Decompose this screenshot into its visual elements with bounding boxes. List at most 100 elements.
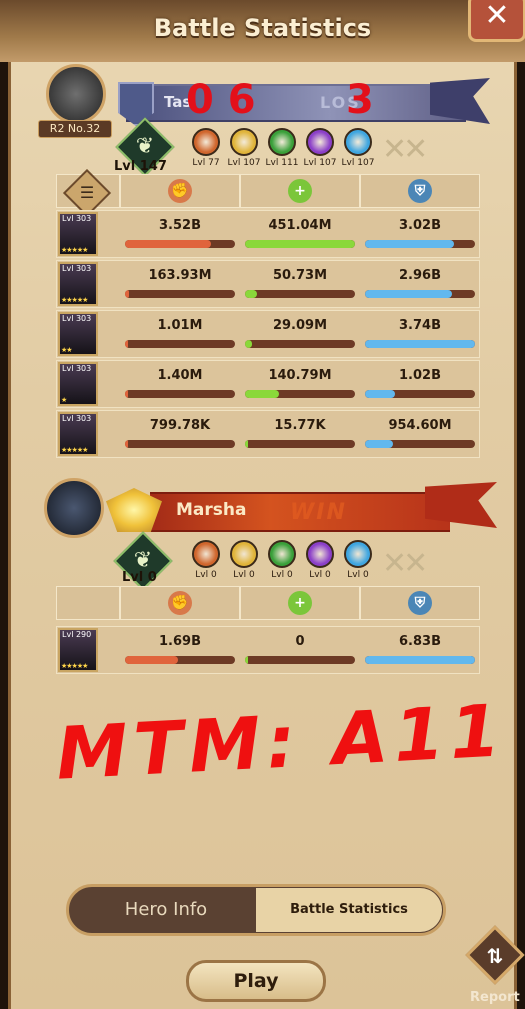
wilder-faction-icon [268, 540, 296, 568]
wilder-faction-level: Lvl 0 [271, 570, 293, 580]
heal-icon: + [288, 179, 312, 203]
hero-stars: ★★★★★ [61, 296, 88, 304]
shield-bar-fill [365, 440, 393, 448]
decor-xx: ✕✕ [382, 132, 428, 167]
heal-bar [245, 390, 355, 398]
damage-value: 163.93M [148, 268, 212, 283]
heal-bar-fill [245, 340, 252, 348]
shield-value: 3.02B [399, 218, 441, 233]
damage-bar-fill [125, 340, 129, 348]
elder-tree-level-opponent: Lvl 0 [122, 570, 157, 585]
damage-bar-fill [125, 240, 211, 248]
hero-level: Lvl 303 [62, 364, 92, 373]
hero-stars: ★★★★★ [61, 662, 88, 670]
celestial-faction-icon [344, 128, 372, 156]
lightbearer-faction-level: Lvl 77 [192, 158, 220, 168]
damage-icon: ✊ [168, 179, 192, 203]
hero-portrait[interactable]: Lvl 303 ★ [58, 362, 98, 406]
rank-badge: R2 No.32 [38, 120, 112, 138]
hero-level: Lvl 290 [62, 630, 92, 639]
damage-bar-fill [125, 656, 178, 664]
celestial-faction-level: Lvl 107 [341, 158, 375, 168]
heal-bar [245, 290, 355, 298]
swap-arrows-icon: ⇅ [486, 944, 504, 968]
damage-bar [125, 656, 235, 664]
shield-bar [365, 390, 475, 398]
shield-bar-fill [365, 340, 475, 348]
damage-bar [125, 390, 235, 398]
heal-bar-fill [245, 656, 249, 664]
graveborn-faction-icon [306, 540, 334, 568]
tab-battle-statistics[interactable]: Battle Statistics [256, 888, 442, 932]
hero-level: Lvl 303 [62, 314, 92, 323]
shield-bar [365, 290, 475, 298]
shield-value: 3.74B [399, 318, 441, 333]
stat-header-hero-2 [56, 586, 120, 620]
hero-portrait[interactable]: Lvl 303 ★★ [58, 312, 98, 356]
damage-value: 1.69B [159, 634, 201, 649]
celestial-faction-level: Lvl 0 [347, 570, 369, 580]
shield-bar [365, 440, 475, 448]
damage-bar [125, 240, 235, 248]
shield-value: 954.60M [388, 418, 452, 433]
tab-hero-info[interactable]: Hero Info [76, 890, 256, 930]
damage-bar-fill [125, 290, 130, 298]
celestial-faction-icon [344, 540, 372, 568]
shield-bar-fill [365, 390, 395, 398]
player-avatar[interactable] [46, 64, 106, 124]
heal-value: 0 [295, 634, 305, 649]
hero-stars: ★★★★★ [61, 446, 88, 454]
heal-bar-fill [245, 440, 249, 448]
result-status-win: WIN [290, 500, 347, 525]
heal-value: 15.77K [274, 418, 326, 433]
damage-value: 1.40M [157, 368, 203, 383]
lightbearer-faction-icon [192, 128, 220, 156]
heal-bar [245, 340, 355, 348]
shield-icon: ⛨ [408, 179, 432, 203]
shield-icon-2: ⛨ [408, 591, 432, 615]
shield-bar [365, 240, 475, 248]
shield-bar-fill [365, 290, 452, 298]
play-button[interactable]: Play [186, 960, 326, 1002]
mauler-faction-level: Lvl 0 [233, 570, 255, 580]
red-scribble-left: 0 6 [186, 77, 256, 123]
opponent-avatar[interactable] [44, 478, 104, 538]
decor-xx-2: ✕✕ [382, 546, 428, 581]
shield-bar-fill [365, 656, 475, 664]
report-label[interactable]: Report [470, 990, 520, 1005]
wilder-faction-level: Lvl 111 [265, 158, 299, 168]
heal-bar-fill [245, 240, 355, 248]
heal-bar-fill [245, 390, 280, 398]
heal-value: 29.09M [272, 318, 328, 333]
heal-bar [245, 440, 355, 448]
hero-level: Lvl 303 [62, 414, 92, 423]
opponent-name: Marsha [176, 500, 247, 520]
heal-bar-fill [245, 290, 258, 298]
shield-value: 6.83B [399, 634, 441, 649]
damage-value: 799.78K [149, 418, 211, 433]
heal-value: 50.73M [272, 268, 328, 283]
heal-icon-2: + [288, 591, 312, 615]
mauler-faction-icon [230, 540, 258, 568]
page-title: Battle Statistics [153, 14, 372, 42]
graveborn-faction-level: Lvl 107 [303, 158, 337, 168]
wilder-faction-icon [268, 128, 296, 156]
close-button[interactable]: ✕ [468, 0, 525, 42]
hero-portrait[interactable]: Lvl 303 ★★★★★ [58, 262, 98, 306]
hero-portrait[interactable]: Lvl 290 ★★★★★ [58, 628, 98, 672]
shield-value: 2.96B [399, 268, 441, 283]
damage-bar [125, 440, 235, 448]
hero-portrait[interactable]: Lvl 303 ★★★★★ [58, 412, 98, 456]
damage-icon-2: ✊ [168, 591, 192, 615]
shield-bar [365, 340, 475, 348]
graveborn-faction-level: Lvl 0 [309, 570, 331, 580]
mauler-faction-icon [230, 128, 258, 156]
red-scribble-right: 3 [346, 77, 374, 123]
hero-stars: ★ [61, 396, 67, 404]
graveborn-faction-icon [306, 128, 334, 156]
lightbearer-faction-level: Lvl 0 [195, 570, 217, 580]
hero-portrait[interactable]: Lvl 303 ★★★★★ [58, 212, 98, 256]
heal-value: 140.79M [268, 368, 332, 383]
damage-bar [125, 340, 235, 348]
elder-tree-level: Lvl 147 [114, 159, 167, 174]
